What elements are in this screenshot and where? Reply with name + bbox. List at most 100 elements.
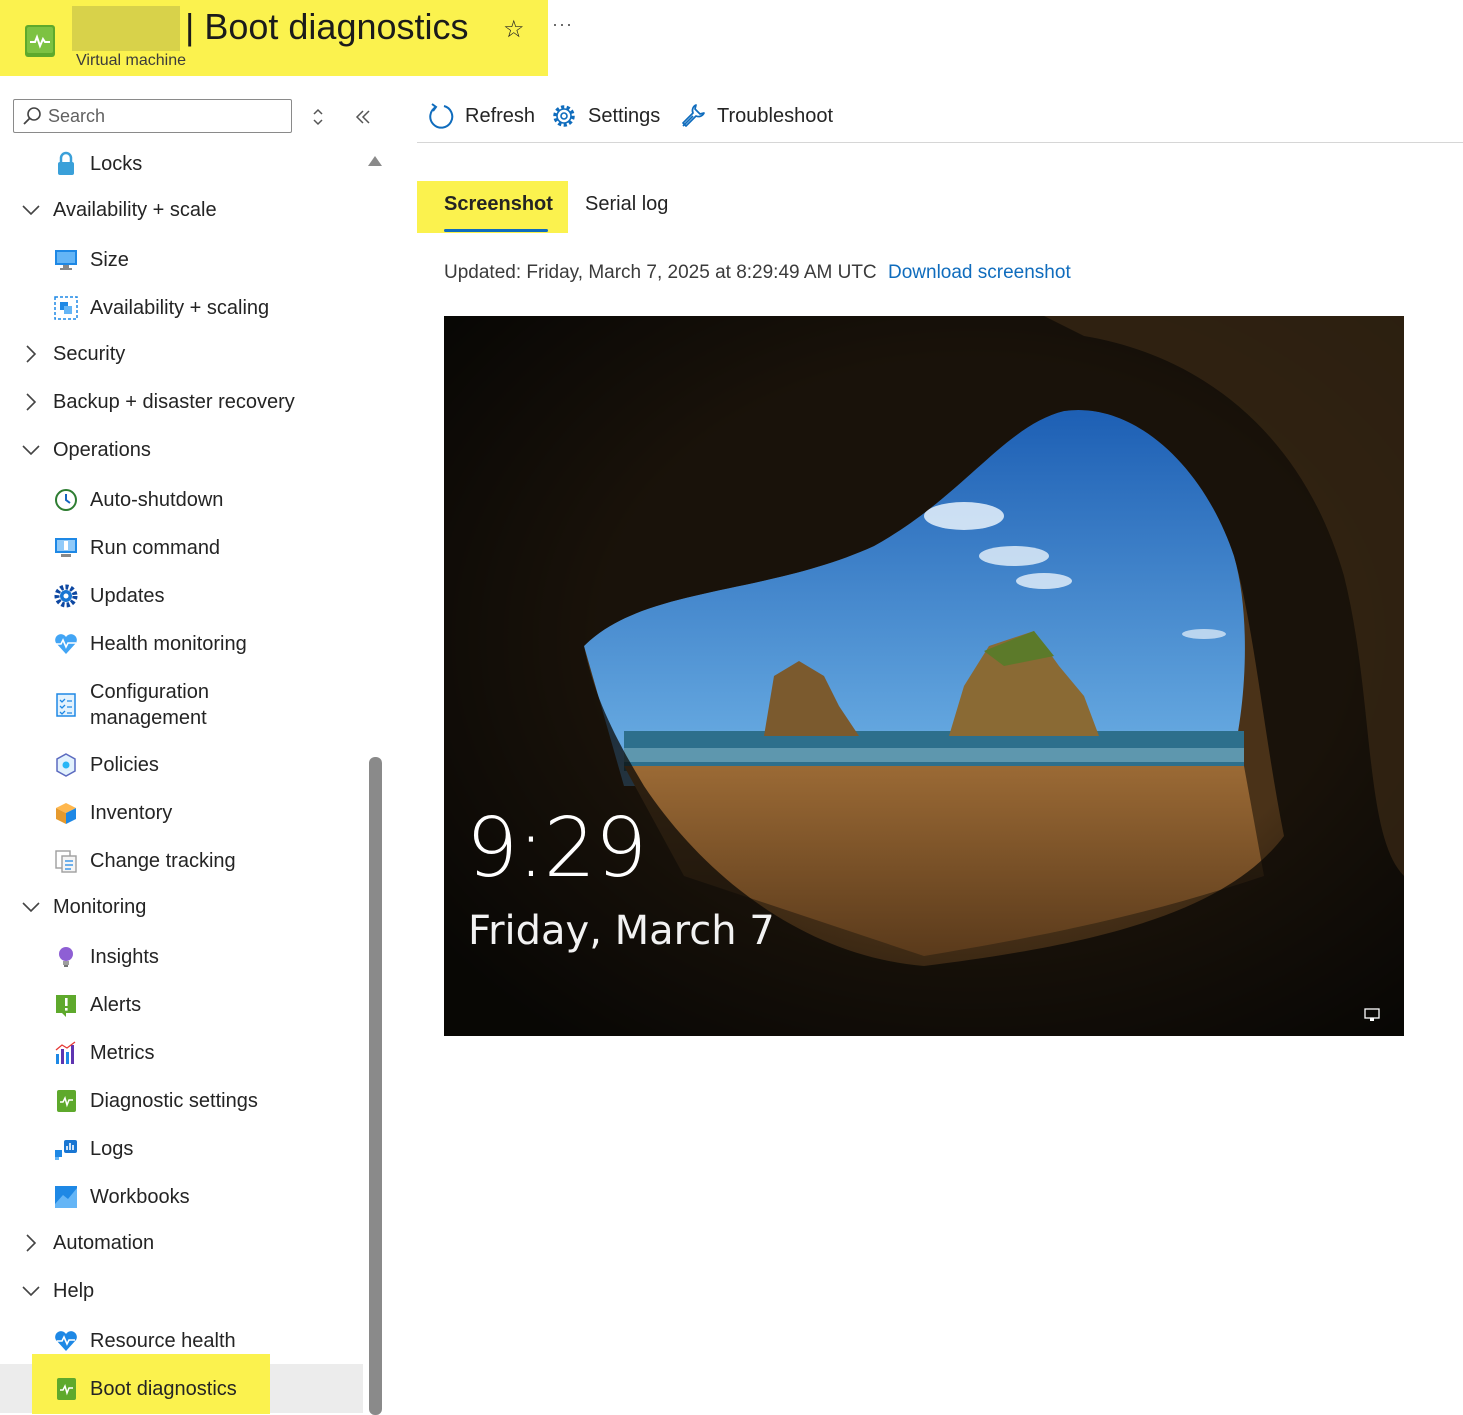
boot-screenshot: 9:29 Friday, March 7 <box>444 316 1404 1036</box>
scale-icon <box>54 296 78 320</box>
checklist-icon <box>56 693 76 717</box>
sidebar-item-alerts[interactable]: Alerts <box>53 985 141 1025</box>
sidebar-group-label: Automation <box>53 1231 155 1254</box>
toolbar-divider <box>417 142 1463 143</box>
wrench-icon <box>682 104 705 127</box>
diagnostic-icon <box>57 1378 76 1400</box>
sidebar-group-label: Security <box>53 342 126 365</box>
bulb-icon <box>59 947 73 967</box>
logs-icon <box>55 1140 77 1160</box>
settings-button[interactable]: Settings <box>550 98 660 134</box>
policy-icon <box>56 753 76 777</box>
box-icon <box>56 803 76 824</box>
sidebar-item-diagnostic-settings[interactable]: Diagnostic settings <box>53 1081 258 1121</box>
sidebar-item-label: Auto-shutdown <box>90 488 224 511</box>
sidebar-item-label: Inventory <box>90 801 173 824</box>
sidebar-item-metrics[interactable]: Metrics <box>53 1033 154 1073</box>
sidebar-item-label: Configuration management <box>90 681 209 729</box>
sidebar-item-run-command[interactable]: Run command <box>53 528 220 568</box>
heart-icon <box>55 1331 77 1351</box>
collapse-sidebar-icon[interactable] <box>352 107 374 127</box>
sidebar-item-workbooks[interactable]: Workbooks <box>53 1177 190 1217</box>
tab-screenshot[interactable]: Screenshot <box>444 193 553 216</box>
sidebar-item-label: Boot diagnostics <box>90 1377 237 1400</box>
sidebar-group-label: Availability + scale <box>53 198 217 221</box>
chevron-down-icon <box>22 445 40 456</box>
sidebar-item-auto-shutdown[interactable]: Auto-shutdown <box>53 480 223 520</box>
diagnostic-icon <box>57 1090 76 1112</box>
sidebar-item-size[interactable]: Size <box>53 240 129 280</box>
settings-label: Settings <box>588 104 661 127</box>
vm-diagnostic-icon <box>25 25 55 57</box>
gear-icon <box>54 584 78 608</box>
sidebar-item-inventory[interactable]: Inventory <box>53 793 172 833</box>
chevron-down-icon <box>22 205 40 216</box>
sidebar-item-availability-scaling[interactable]: Availability + scaling <box>53 288 269 328</box>
scroll-up-arrow[interactable] <box>368 156 382 166</box>
gear-icon <box>553 105 575 127</box>
sidebar-group-operations[interactable]: Operations <box>20 430 151 470</box>
sidebar-group-availability-scale[interactable]: Availability + scale <box>20 190 217 230</box>
clock-icon <box>55 489 77 511</box>
download-screenshot-link[interactable]: Download screenshot <box>888 262 1071 284</box>
troubleshoot-label: Troubleshoot <box>717 104 833 127</box>
sidebar-group-automation[interactable]: Automation <box>20 1223 154 1263</box>
monitor-icon <box>55 250 77 270</box>
sidebar-item-boot-diagnostics[interactable]: Boot diagnostics <box>53 1369 237 1409</box>
sidebar-item-configuration-management[interactable]: Configuration management <box>53 675 290 735</box>
sidebar-group-label: Backup + disaster recovery <box>53 390 295 413</box>
updated-timestamp: Updated: Friday, March 7, 2025 at 8:29:4… <box>444 262 877 283</box>
sidebar-item-label: Alerts <box>90 993 142 1016</box>
search-icon <box>23 107 41 125</box>
chevron-right-icon <box>26 1234 37 1252</box>
sidebar-group-monitoring[interactable]: Monitoring <box>20 887 146 927</box>
sort-icon[interactable] <box>309 106 327 128</box>
sidebar-item-label: Locks <box>90 152 143 175</box>
sidebar-item-label: Workbooks <box>90 1185 190 1208</box>
troubleshoot-button[interactable]: Troubleshoot <box>679 98 833 134</box>
sidebar-group-help[interactable]: Help <box>20 1271 94 1311</box>
sidebar-item-label: Size <box>90 248 129 271</box>
search-input[interactable] <box>48 102 284 130</box>
document-icon <box>55 850 77 873</box>
chevron-right-icon <box>26 393 37 411</box>
sidebar-item-updates[interactable]: Updates <box>53 576 165 616</box>
star-icon[interactable]: ☆ <box>503 15 525 44</box>
page-title: | Boot diagnostics <box>185 6 469 47</box>
tab-serial-log[interactable]: Serial log <box>585 193 668 216</box>
sidebar-item-label: Policies <box>90 753 159 776</box>
page-subtitle: Virtual machine <box>76 52 186 69</box>
workbook-icon <box>55 1186 77 1208</box>
sidebar-item-label: Metrics <box>90 1041 155 1064</box>
sidebar-item-policies[interactable]: Policies <box>53 745 159 785</box>
more-options-button[interactable]: ··· <box>552 14 573 35</box>
sidebar-item-label: Run command <box>90 536 221 559</box>
chevron-down-icon <box>22 1286 40 1297</box>
resource-name-redacted <box>72 6 180 51</box>
sidebar-item-resource-health[interactable]: Resource health <box>53 1321 236 1361</box>
sidebar-item-label: Logs <box>90 1137 134 1160</box>
sidebar-item-label: Resource health <box>90 1329 236 1352</box>
run-command-icon <box>55 538 77 557</box>
sidebar-item-locks[interactable]: Locks <box>53 144 142 184</box>
sidebar-group-label: Monitoring <box>53 895 147 918</box>
refresh-label: Refresh <box>465 104 536 127</box>
sidebar-item-logs[interactable]: Logs <box>53 1129 133 1169</box>
sidebar-item-label: Health monitoring <box>90 632 247 655</box>
alert-icon <box>56 995 76 1017</box>
scrollbar-thumb[interactable] <box>369 757 382 1415</box>
sidebar-item-label: Change tracking <box>90 849 236 872</box>
sidebar-group-backup[interactable]: Backup + disaster recovery <box>20 382 295 422</box>
bar-chart-icon <box>55 1041 76 1064</box>
active-tab-indicator <box>444 229 548 232</box>
sidebar-group-security[interactable]: Security <box>20 334 125 374</box>
sidebar-item-change-tracking[interactable]: Change tracking <box>53 841 236 881</box>
sidebar-item-insights[interactable]: Insights <box>53 937 159 977</box>
refresh-button[interactable]: Refresh <box>427 98 535 134</box>
sidebar-item-label: Diagnostic settings <box>90 1089 258 1112</box>
refresh-icon <box>429 103 454 129</box>
chevron-down-icon <box>22 902 40 913</box>
sidebar-item-health-monitoring[interactable]: Health monitoring <box>53 624 247 664</box>
sidebar-item-label: Updates <box>90 584 165 607</box>
lockscreen-date: Friday, March 7 <box>468 908 775 954</box>
